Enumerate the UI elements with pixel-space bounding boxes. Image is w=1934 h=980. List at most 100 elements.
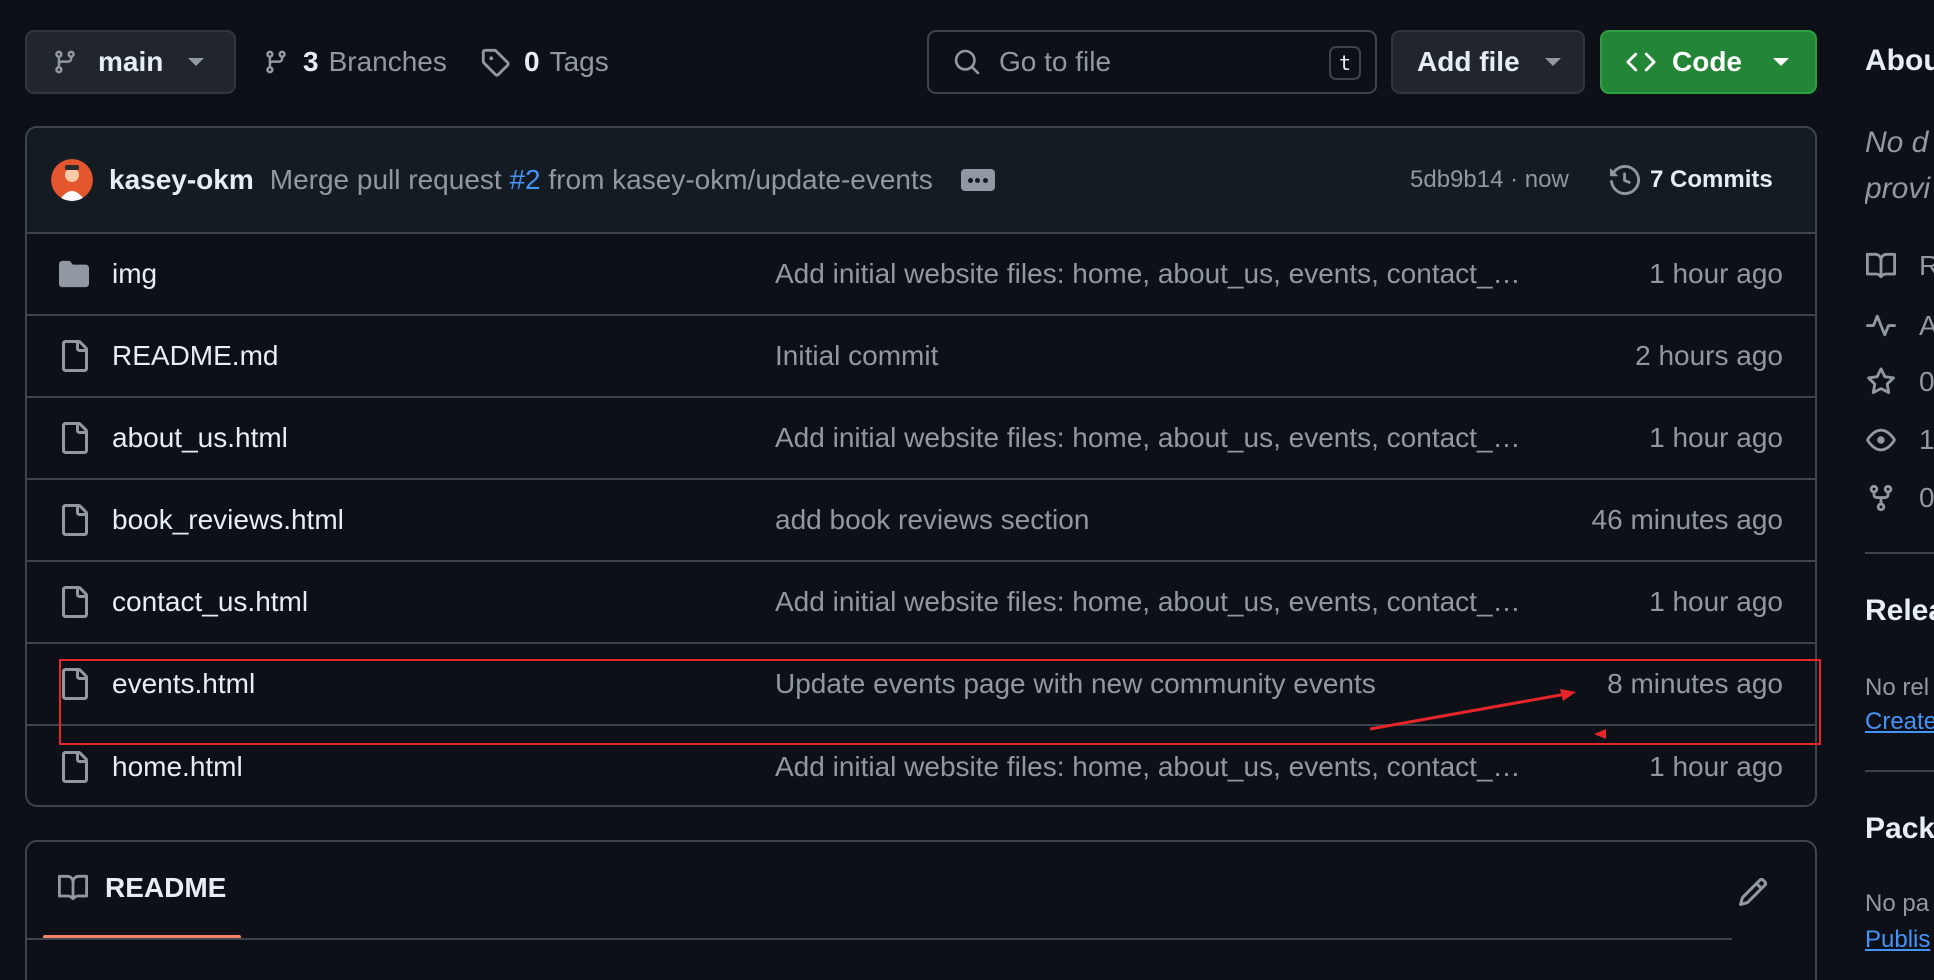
sidebar-item-label: 0 [1919,482,1934,513]
branches-link[interactable]: 3 Branches [263,30,447,94]
readme-tab-label: README [105,872,227,903]
branch-icon [52,47,78,77]
file-commit-message[interactable]: Initial commit [775,340,1535,372]
edit-readme-button[interactable] [1737,876,1769,908]
commits-label: 7 Commits [1650,166,1773,193]
file-name[interactable]: img [112,258,157,290]
packages-heading[interactable]: Pack [1865,812,1934,846]
code-button[interactable]: Code [1600,30,1817,94]
file-commit-message[interactable]: Add initial website files: home, about_u… [775,586,1535,618]
file-commit-time: 8 minutes ago [1607,668,1783,699]
sidebar-item-label: 0 [1919,366,1934,397]
watchers-link[interactable]: 1 [1865,424,1934,456]
about-sidebar: Abou No d provi R A 0 1 0 Relea No rel C… [1865,0,1934,980]
avatar[interactable] [51,159,93,201]
file-name[interactable]: home.html [112,751,243,783]
pulse-icon [1865,311,1897,341]
branch-name: main [98,46,164,77]
expand-message-button[interactable] [960,169,995,191]
divider [1865,552,1934,554]
file-commit-time: 2 hours ago [1635,340,1783,371]
file-row[interactable]: home.html Add initial website files: hom… [27,726,1815,805]
file-icon [57,586,91,618]
file-row[interactable]: about_us.html Add initial website files:… [27,398,1815,480]
file-row[interactable]: img Add initial website files: home, abo… [27,234,1815,316]
file-icon [57,340,91,372]
file-name[interactable]: about_us.html [112,422,288,454]
file-icon [57,751,91,783]
file-row[interactable]: contact_us.html Add initial website file… [27,562,1815,644]
about-description-line: provi [1865,172,1931,205]
chevron-down-icon [188,58,204,66]
file-commit-time: 1 hour ago [1649,751,1783,782]
file-icon [57,422,91,454]
forks-link[interactable]: 0 [1865,482,1934,514]
branch-icon [263,47,289,77]
releases-empty-text: No rel [1865,674,1930,701]
chevron-down-icon [1773,58,1789,66]
sidebar-item-label: A [1919,310,1934,341]
keyboard-shortcut-hint: t [1329,46,1361,80]
divider [1865,770,1934,772]
commit-sha-time[interactable]: 5db9b14 · now [1410,166,1569,194]
commit-author[interactable]: kasey-okm [109,164,254,196]
file-name[interactable]: contact_us.html [112,586,308,618]
history-icon [1610,165,1640,195]
packages-empty-text: No pa [1865,890,1930,917]
add-file-label: Add file [1417,46,1520,77]
chevron-down-icon [1545,58,1561,66]
file-name[interactable]: book_reviews.html [112,504,344,536]
about-heading: Abou [1865,44,1934,77]
star-icon [1865,367,1897,397]
commit-message[interactable]: Merge pull request #2 from kasey-okm/upd… [270,164,933,196]
file-commit-time: 1 hour ago [1649,586,1783,617]
readme-tab[interactable]: README [57,872,226,904]
eye-icon [1865,425,1897,455]
readme-panel: README [25,840,1817,980]
publish-package-link[interactable]: Publis [1865,926,1930,954]
file-commit-message[interactable]: add book reviews section [775,504,1535,536]
file-commit-message[interactable]: Add initial website files: home, about_u… [775,751,1535,783]
search-icon [953,48,981,76]
repo-toolbar: main 3 Branches 0 Tags Go to file t Add … [25,30,1817,94]
file-commit-time: 1 hour ago [1649,422,1783,453]
pull-request-link[interactable]: #2 [509,164,540,195]
file-row[interactable]: events.html Update events page with new … [27,644,1815,726]
latest-commit-bar: kasey-okm Merge pull request #2 from kas… [27,128,1815,234]
file-row[interactable]: README.md Initial commit 2 hours ago [27,316,1815,398]
tag-icon [480,47,510,77]
file-commit-time: 46 minutes ago [1591,504,1783,535]
releases-heading[interactable]: Relea [1865,594,1934,628]
activity-link[interactable]: A [1865,310,1934,342]
branch-selector-button[interactable]: main [25,30,236,94]
stars-link[interactable]: 0 [1865,366,1934,398]
file-name[interactable]: README.md [112,340,278,372]
book-icon [57,873,89,903]
code-label: Code [1672,46,1742,77]
file-commit-time: 1 hour ago [1649,258,1783,289]
commit-message-prefix: Merge pull request [269,164,502,195]
sidebar-item-label: 1 [1919,424,1934,455]
file-commit-message[interactable]: Add initial website files: home, about_u… [775,258,1535,290]
file-icon [57,504,91,536]
add-file-button[interactable]: Add file [1391,30,1585,94]
file-icon [57,668,91,700]
tags-count: 0 [524,46,540,77]
readme-link[interactable]: R [1865,250,1934,282]
fork-icon [1865,483,1897,513]
file-commit-message[interactable]: Add initial website files: home, about_u… [775,422,1535,454]
file-row[interactable]: book_reviews.html add book reviews secti… [27,480,1815,562]
file-commit-message[interactable]: Update events page with new community ev… [775,668,1535,700]
tags-link[interactable]: 0 Tags [480,30,609,94]
search-placeholder: Go to file [999,46,1112,77]
book-icon [1865,251,1897,281]
file-name[interactable]: events.html [112,668,255,700]
divider [27,938,1732,940]
tags-label: Tags [549,46,609,77]
commits-history-link[interactable]: 7 Commits [1610,165,1773,195]
pencil-icon [1737,876,1769,908]
folder-icon [57,259,91,289]
create-release-link[interactable]: Create [1865,708,1934,736]
go-to-file-input[interactable]: Go to file t [927,30,1377,94]
branches-label: Branches [328,46,447,77]
